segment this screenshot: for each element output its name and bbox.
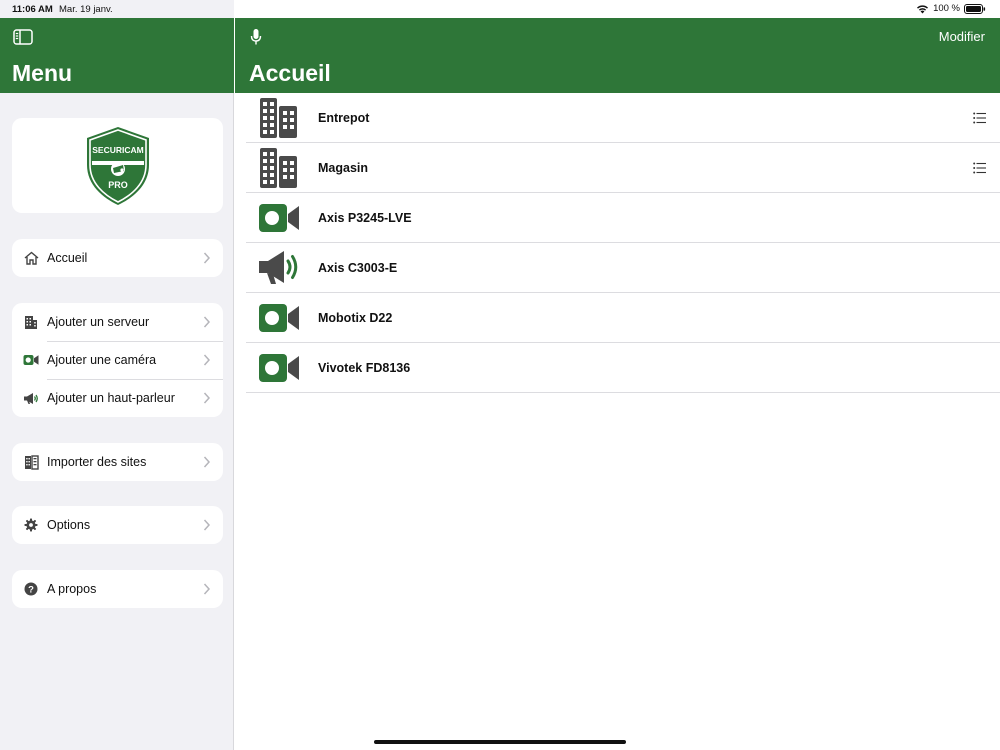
- sidebar-item-add-camera[interactable]: Ajouter une caméra: [12, 341, 223, 379]
- megaphone-icon: [24, 392, 38, 404]
- menu-group-options: Options: [12, 506, 223, 544]
- video-camera-icon: [259, 354, 299, 382]
- menu-group-import: Importer des sites: [12, 443, 223, 481]
- help-icon: ?: [24, 582, 38, 596]
- menu-group-add: Ajouter un serveur Ajouter une caméra Aj…: [12, 303, 223, 417]
- list-item-name: Mobotix D22: [318, 311, 393, 325]
- sidebar-item-add-speaker[interactable]: Ajouter un haut-parleur: [12, 379, 223, 417]
- sidebar-title: Menu: [12, 60, 73, 86]
- sidebar: Menu SECURICAM PRO Accueil Ajouter un se…: [0, 18, 234, 750]
- home-icon: [24, 251, 38, 265]
- list-item-axis-p3245-lve[interactable]: Axis P3245-LVE: [246, 193, 1000, 243]
- megaphone-icon: [259, 251, 298, 284]
- video-camera-icon: [23, 355, 39, 365]
- building-icon: [25, 315, 37, 329]
- sidebar-item-add-server[interactable]: Ajouter un serveur: [12, 303, 223, 341]
- list-item-name: Entrepot: [318, 111, 370, 125]
- site-device-list: Entrepot Magasin Axis P3245-LVE Axis C30…: [246, 93, 1000, 393]
- main-panel: Modifier Accueil Entrepot Magasin Axis P…: [235, 18, 1000, 750]
- status-date: Mar. 19 janv.: [59, 4, 113, 15]
- list-item-name: Vivotek FD8136: [318, 361, 411, 375]
- list-item-entrepot[interactable]: Entrepot: [246, 93, 1000, 143]
- chevron-right-icon: [203, 583, 211, 595]
- battery-icon: [964, 3, 986, 14]
- battery-percent: 100 %: [933, 3, 960, 14]
- chevron-right-icon: [203, 252, 211, 264]
- menu-group-about: ? A propos: [12, 570, 223, 608]
- list-item-mobotix-d22[interactable]: Mobotix D22: [246, 293, 1000, 343]
- sidebar-item-options[interactable]: Options: [12, 506, 223, 544]
- home-indicator[interactable]: [374, 740, 626, 744]
- sidebar-item-accueil[interactable]: Accueil: [12, 239, 223, 277]
- list-item-magasin[interactable]: Magasin: [246, 143, 1000, 193]
- chevron-right-icon: [203, 392, 211, 404]
- list-item-name: Axis C3003-E: [318, 261, 398, 275]
- sidebar-item-label: Ajouter une caméra: [47, 353, 157, 367]
- sidebar-item-label: Ajouter un serveur: [47, 315, 150, 329]
- list-item-name: Axis P3245-LVE: [318, 211, 412, 225]
- gear-icon: [24, 518, 38, 532]
- list-item-vivotek-fd8136[interactable]: Vivotek FD8136: [246, 343, 1000, 393]
- list-details-icon[interactable]: [973, 162, 986, 174]
- video-camera-icon: [259, 204, 299, 232]
- list-item-axis-c3003-e[interactable]: Axis C3003-E: [246, 243, 1000, 293]
- chevron-right-icon: [203, 519, 211, 531]
- menu-group-home: Accueil: [12, 239, 223, 277]
- list-item-name: Magasin: [318, 161, 369, 175]
- status-bar: 11:06 AM Mar. 19 janv. 100 %: [0, 0, 1000, 18]
- list-details-icon[interactable]: [973, 112, 986, 124]
- microphone-icon[interactable]: [249, 28, 263, 46]
- sidebar-item-label: Importer des sites: [47, 455, 147, 469]
- svg-text:SECURICAM: SECURICAM: [92, 145, 143, 155]
- main-header: Modifier Accueil: [235, 18, 1000, 93]
- chevron-right-icon: [203, 354, 211, 366]
- sidebar-item-label: Accueil: [47, 251, 88, 265]
- chevron-right-icon: [203, 316, 211, 328]
- edit-button[interactable]: Modifier: [939, 29, 985, 44]
- building-icon: [260, 148, 297, 188]
- sidebar-item-about[interactable]: ? A propos: [12, 570, 223, 608]
- status-time: 11:06 AM: [12, 4, 53, 15]
- logo-card: SECURICAM PRO: [12, 118, 223, 213]
- svg-text:?: ?: [28, 585, 34, 596]
- sidebar-toggle-icon[interactable]: [13, 29, 33, 45]
- building-icon: [260, 98, 297, 138]
- import-sites-icon: [24, 454, 39, 470]
- sidebar-item-label: Ajouter un haut-parleur: [47, 391, 175, 405]
- sidebar-item-label: Options: [47, 518, 91, 532]
- sidebar-item-label: A propos: [47, 582, 97, 596]
- page-title: Accueil: [249, 60, 331, 86]
- video-camera-icon: [259, 304, 299, 332]
- wifi-icon: [917, 4, 929, 13]
- chevron-right-icon: [203, 456, 211, 468]
- sidebar-header: Menu: [0, 18, 234, 93]
- svg-text:PRO: PRO: [108, 180, 128, 190]
- sidebar-item-import-sites[interactable]: Importer des sites: [12, 443, 223, 481]
- securicam-logo: SECURICAM PRO: [86, 126, 149, 205]
